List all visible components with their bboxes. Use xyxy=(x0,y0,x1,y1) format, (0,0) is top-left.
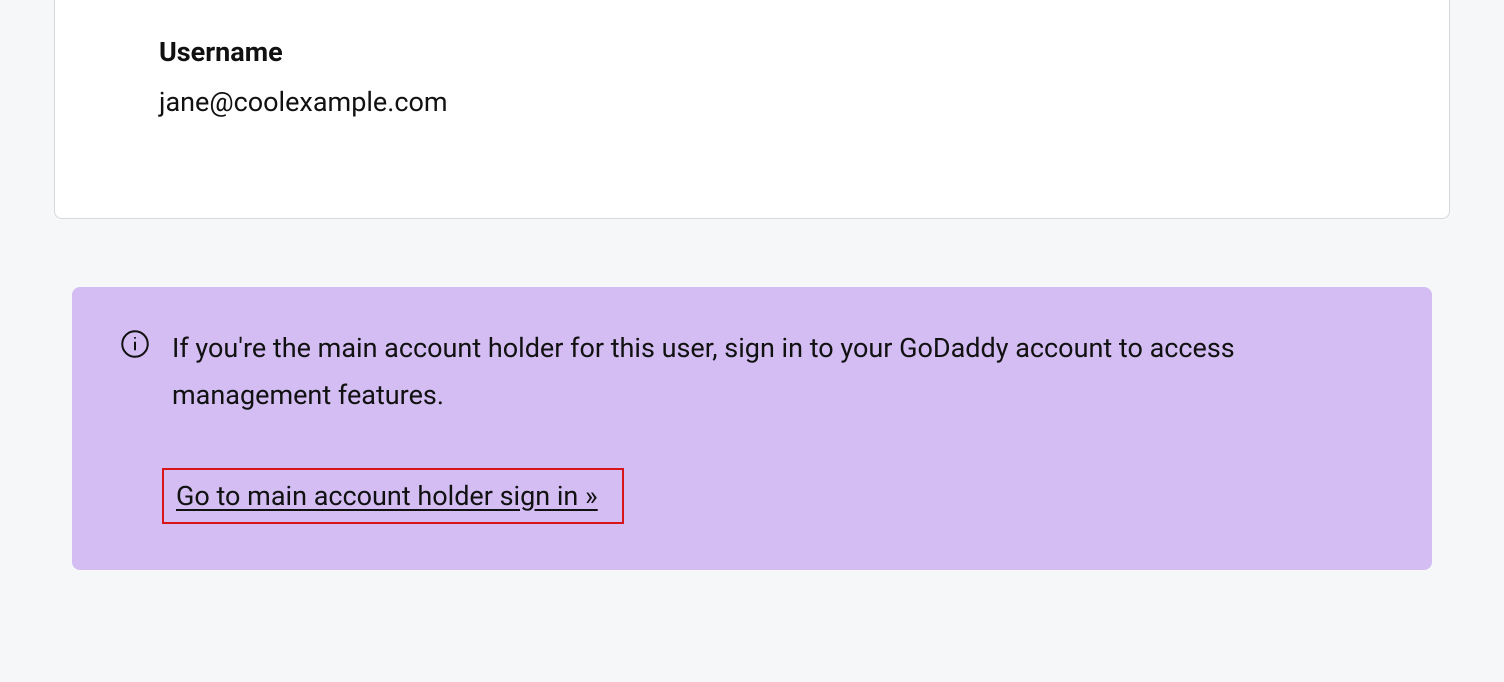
info-icon xyxy=(120,329,150,359)
info-notice: If you're the main account holder for th… xyxy=(72,287,1432,570)
notice-row: If you're the main account holder for th… xyxy=(120,325,1384,420)
account-card: Username jane@coolexample.com xyxy=(54,0,1450,219)
username-value: jane@coolexample.com xyxy=(159,86,1345,118)
highlight-box: Go to main account holder sign in » xyxy=(162,468,624,524)
username-label: Username xyxy=(159,36,1345,68)
notice-message: If you're the main account holder for th… xyxy=(172,325,1384,420)
main-account-signin-link[interactable]: Go to main account holder sign in » xyxy=(176,480,598,512)
